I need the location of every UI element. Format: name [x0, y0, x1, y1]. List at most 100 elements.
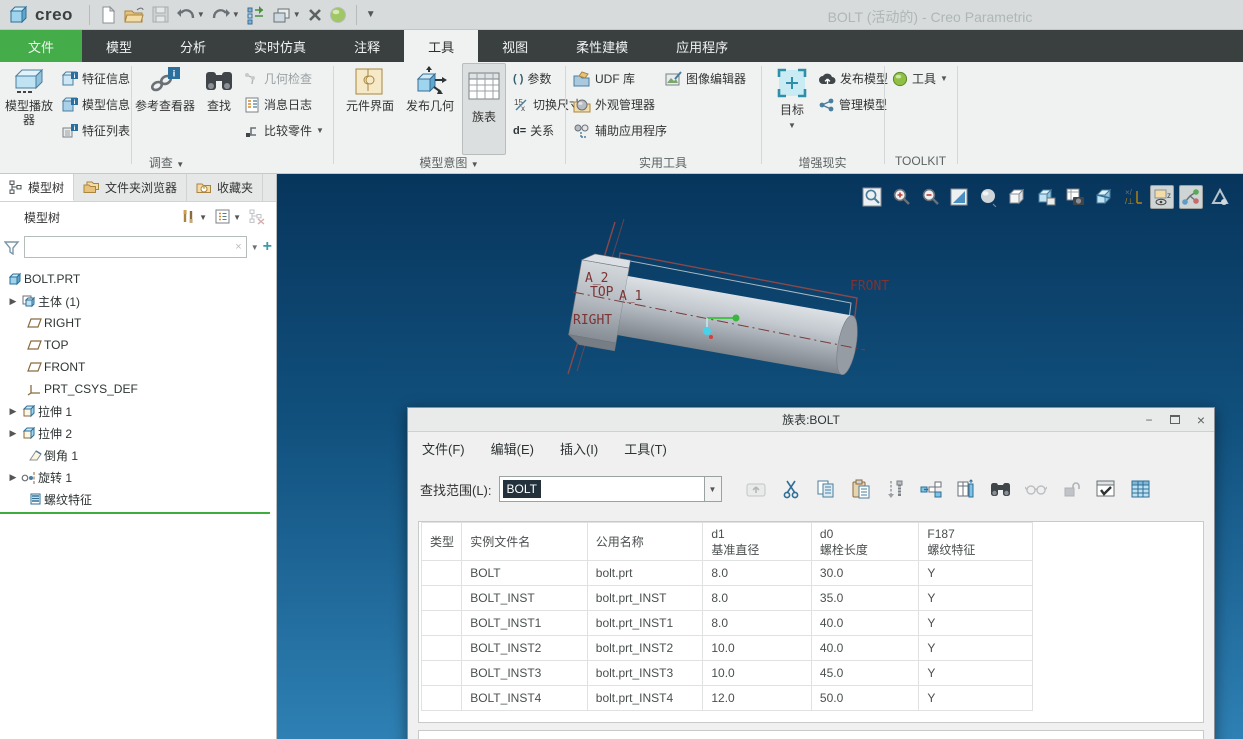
group-label-model-intent[interactable]: 模型意图 ▼	[333, 154, 565, 172]
undo-dropdown[interactable]: ▼	[197, 10, 205, 19]
redo-dropdown[interactable]: ▼	[232, 10, 240, 19]
tree-item-extrude1[interactable]: ▶ 拉伸 1	[0, 400, 276, 422]
find-button[interactable]: 查找	[198, 64, 240, 113]
family-table-button[interactable]: 族表	[462, 63, 506, 155]
tree-filters-dropdown[interactable]: ▼	[233, 213, 241, 222]
find-instance-button[interactable]	[987, 476, 1015, 502]
tree-item-chamfer[interactable]: 倒角 1	[0, 444, 276, 466]
udf-library-button[interactable]: UDF 库	[573, 70, 635, 87]
expander-icon[interactable]: ▶	[6, 428, 20, 439]
model-player-button[interactable]: 模型播放器	[2, 64, 56, 127]
auxiliary-applications-button[interactable]: 辅助应用程序	[573, 122, 667, 139]
quick-access-customize-button[interactable]: ▼	[363, 7, 379, 22]
group-label-investigate[interactable]: 调查 ▼	[0, 154, 333, 172]
table-row[interactable]: BOLT_INST2bolt.prt_INST210.040.0Y	[422, 636, 1033, 661]
verify-button[interactable]	[1092, 476, 1120, 502]
connection-status-button[interactable]	[326, 4, 350, 26]
windows-button[interactable]: ▼	[269, 4, 304, 26]
model-info-button[interactable]: i 模型信息	[62, 96, 130, 113]
tree-item-revolve[interactable]: ▶ 旋转 1	[0, 466, 276, 488]
filter-dropdown[interactable]: ▼	[251, 243, 259, 252]
feature-info-button[interactable]: i 特征信息	[62, 70, 130, 87]
publish-geometry-button[interactable]: 发布几何	[401, 64, 459, 113]
ar-target-button[interactable]: 目标 ▼	[770, 64, 814, 133]
find-scope-dropdown[interactable]: ▼	[705, 476, 722, 502]
tree-filter-input-box[interactable]: ×	[24, 236, 247, 258]
table-row[interactable]: BOLT_INST3bolt.prt_INST310.045.0Y	[422, 661, 1033, 686]
cut-button[interactable]	[777, 476, 805, 502]
family-table[interactable]: 类型 实例文件名 公用名称 d1基准直径 d0螺栓长度 F187螺纹特征 BOL…	[421, 522, 1033, 711]
dialog-minimize-button[interactable]: −	[1136, 413, 1162, 427]
tree-item-right-plane[interactable]: RIGHT	[0, 312, 276, 334]
menu-file[interactable]: 文件(F)	[422, 439, 465, 458]
tree-item-bodies[interactable]: ▶ 主体 (1)	[0, 290, 276, 312]
tab-annotate[interactable]: 注释	[330, 30, 404, 62]
expander-icon[interactable]: ▶	[6, 296, 20, 307]
save-button[interactable]	[148, 3, 173, 26]
up-one-level-button[interactable]	[742, 476, 770, 502]
table-row[interactable]: BOLT_INST4bolt.prt_INST412.050.0Y	[422, 686, 1033, 711]
tree-item-thread[interactable]: 螺纹特征	[0, 488, 276, 510]
insert-column-button[interactable]	[952, 476, 980, 502]
menu-insert[interactable]: 插入(I)	[560, 439, 598, 458]
toolkit-tools-button[interactable]: 工具 ▼	[892, 70, 948, 87]
manage-models-button[interactable]: 管理模型	[819, 96, 887, 113]
parameters-button[interactable]: ( ) 参数	[513, 70, 551, 87]
tree-filters-button[interactable]: ▼	[211, 209, 245, 225]
tab-analysis[interactable]: 分析	[156, 30, 230, 62]
geometry-check-button[interactable]: 几何检查	[244, 70, 312, 87]
menu-edit[interactable]: 编辑(E)	[491, 439, 534, 458]
close-window-button[interactable]	[304, 5, 326, 25]
undo-button[interactable]: ▼	[173, 4, 208, 26]
edit-table-button[interactable]	[1127, 476, 1155, 502]
regenerate-button[interactable]	[243, 3, 269, 27]
tree-tools-dropdown[interactable]: ▼	[199, 213, 207, 222]
find-scope-combobox[interactable]: BOLT	[499, 476, 705, 502]
expander-icon[interactable]: ▶	[6, 472, 20, 483]
insert-instance-button[interactable]	[882, 476, 910, 502]
tree-filter-input[interactable]	[29, 240, 235, 254]
insert-here-indicator[interactable]	[0, 512, 270, 514]
redo-button[interactable]: ▼	[208, 4, 243, 26]
table-row[interactable]: BOLT_INSTbolt.prt_INST8.035.0Y	[422, 586, 1033, 611]
paste-button[interactable]	[847, 476, 875, 502]
tab-model-tree[interactable]: 模型树	[0, 174, 74, 201]
message-log-button[interactable]: 消息日志	[244, 96, 312, 113]
tab-view[interactable]: 视图	[478, 30, 552, 62]
reference-viewer-button[interactable]: i 参考查看器	[134, 64, 196, 113]
insert-row-button[interactable]	[917, 476, 945, 502]
tree-hide-button[interactable]	[245, 209, 270, 225]
dialog-close-button[interactable]: ×	[1188, 412, 1214, 428]
preview-button[interactable]	[1022, 476, 1050, 502]
tree-item-part[interactable]: BOLT.PRT	[0, 268, 276, 290]
tab-folder-browser[interactable]: 文件夹浏览器	[74, 174, 187, 201]
tree-tools-button[interactable]: ▼	[177, 209, 211, 225]
relations-button[interactable]: d= 关系	[513, 122, 554, 139]
feature-list-button[interactable]: i 特征列表	[62, 122, 130, 139]
filter-add-button[interactable]: +	[263, 238, 272, 256]
compare-parts-button[interactable]: 比较零件 ▼	[244, 122, 324, 139]
component-interface-button[interactable]: 元件界面	[341, 64, 399, 113]
tab-model[interactable]: 模型	[82, 30, 156, 62]
open-file-button[interactable]	[120, 3, 148, 27]
dialog-title-bar[interactable]: 族表:BOLT − ×	[408, 408, 1214, 432]
lock-button[interactable]	[1057, 476, 1085, 502]
tree-item-front-plane[interactable]: FRONT	[0, 356, 276, 378]
copy-button[interactable]	[812, 476, 840, 502]
new-file-button[interactable]	[96, 3, 120, 27]
tab-live-simulation[interactable]: 实时仿真	[230, 30, 330, 62]
windows-dropdown[interactable]: ▼	[293, 10, 301, 19]
tab-applications[interactable]: 应用程序	[652, 30, 752, 62]
expander-icon[interactable]: ▶	[6, 406, 20, 417]
tab-favorites[interactable]: * 收藏夹	[187, 174, 263, 201]
table-row[interactable]: BOLT_INST1bolt.prt_INST18.040.0Y	[422, 611, 1033, 636]
tree-item-top-plane[interactable]: TOP	[0, 334, 276, 356]
tree-item-csys[interactable]: PRT_CSYS_DEF	[0, 378, 276, 400]
toolkit-tools-dropdown[interactable]: ▼	[940, 74, 948, 83]
tab-file[interactable]: 文件	[0, 30, 82, 62]
ar-target-dropdown[interactable]: ▼	[770, 119, 814, 133]
image-editor-button[interactable]: 图像编辑器	[665, 70, 746, 87]
publish-model-button[interactable]: 发布模型	[819, 70, 888, 87]
filter-clear-icon[interactable]: ×	[235, 241, 241, 253]
compare-parts-dropdown[interactable]: ▼	[316, 126, 324, 135]
